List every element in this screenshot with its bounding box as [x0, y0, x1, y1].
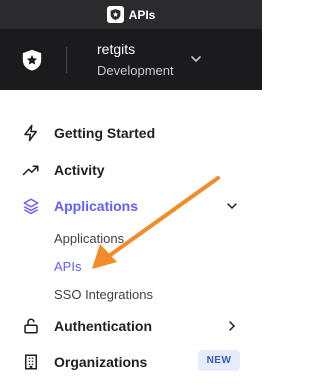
sidebar-subitem-sso-integrations[interactable]: SSO Integrations	[54, 287, 153, 302]
sidebar-item-getting-started[interactable]: Getting Started	[0, 119, 262, 147]
sidebar-item-applications[interactable]: Applications	[0, 192, 262, 220]
new-badge: NEW	[198, 350, 240, 371]
sidebar-item-label: Getting Started	[54, 125, 156, 141]
auth0-shield-icon	[106, 6, 124, 23]
window-title: APIs	[128, 7, 156, 22]
sidebar-item-label: Organizations	[54, 354, 148, 370]
tenant-environment: Development	[97, 63, 174, 78]
chevron-down-icon[interactable]	[189, 52, 203, 66]
sidebar-item-label: Applications	[54, 198, 139, 214]
tenant-name: retgits	[97, 41, 136, 57]
layers-icon	[21, 196, 41, 216]
window-titlebar: APIs	[0, 0, 262, 30]
sidebar-subitem-apis[interactable]: APIs	[54, 259, 81, 274]
auth0-logo-icon	[21, 49, 43, 71]
sidebar-item-label: Authentication	[54, 318, 152, 334]
sidebar-item-label: Activity	[54, 162, 105, 178]
sidebar-nav: Getting Started Activity Applications Ap…	[0, 90, 262, 385]
lock-icon	[21, 316, 41, 336]
sidebar-subitem-applications[interactable]: Applications	[54, 231, 124, 246]
trending-up-icon	[21, 160, 41, 180]
tenant-divider	[66, 47, 67, 73]
sidebar-item-authentication[interactable]: Authentication	[0, 312, 262, 340]
chevron-down-icon[interactable]	[225, 199, 239, 213]
building-icon	[21, 352, 41, 372]
chevron-right-icon[interactable]	[225, 319, 239, 333]
tenant-switcher[interactable]: retgits Development	[0, 30, 262, 90]
lightning-icon	[21, 123, 41, 143]
sidebar-item-activity[interactable]: Activity	[0, 156, 262, 184]
